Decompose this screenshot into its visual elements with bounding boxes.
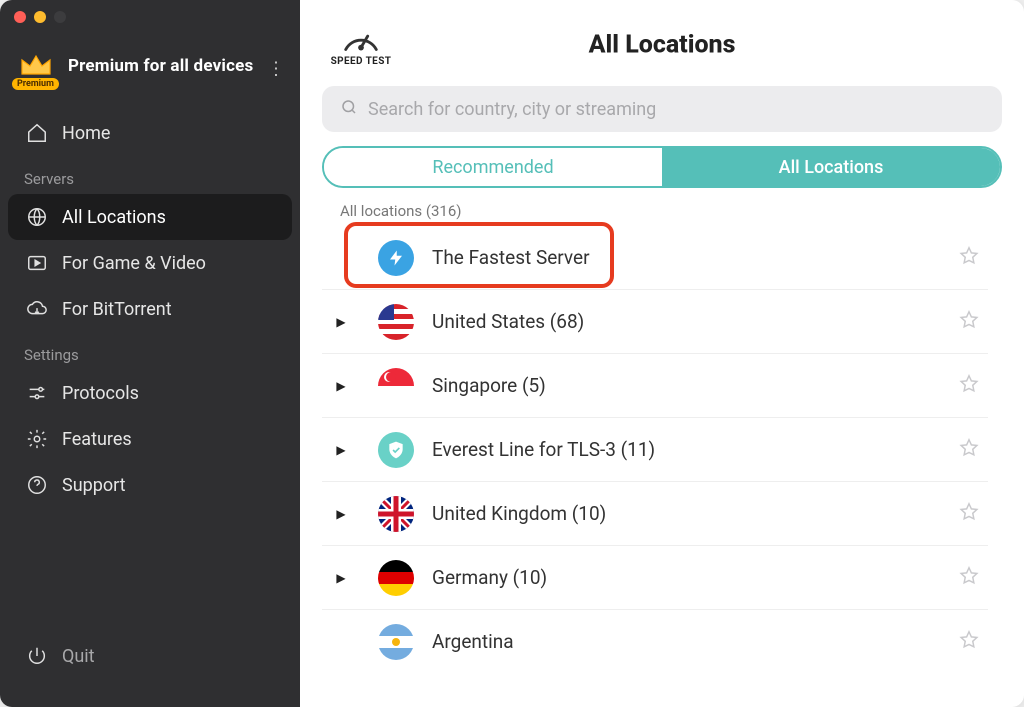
- list-count-label: All locations (316): [322, 198, 988, 226]
- play-icon: [26, 252, 48, 274]
- sidebar-nav: Home Servers All Locations For Game & Vi…: [0, 104, 300, 633]
- home-icon: [26, 122, 48, 144]
- sidebar-section-settings: Settings: [8, 332, 292, 370]
- expand-icon[interactable]: ▶: [322, 507, 360, 521]
- premium-badge: Premium: [12, 78, 59, 90]
- tab-label: All Locations: [779, 157, 884, 178]
- expand-icon[interactable]: ▶: [322, 379, 360, 393]
- location-row-ar[interactable]: Argentina: [322, 610, 988, 668]
- sidebar-item-home[interactable]: Home: [8, 110, 292, 156]
- main-panel: SPEED TEST All Locations Recommended All…: [300, 0, 1024, 707]
- location-label: Argentina: [432, 630, 940, 653]
- premium-title: Premium for all devices: [68, 56, 253, 76]
- crown-icon: Premium: [16, 46, 56, 86]
- globe-icon: [26, 206, 48, 228]
- sidebar-item-label: All Locations: [62, 207, 166, 228]
- sliders-icon: [26, 382, 48, 404]
- sidebar-item-game-video[interactable]: For Game & Video: [8, 240, 292, 286]
- location-row-fastest[interactable]: The Fastest Server: [322, 226, 988, 290]
- sidebar-item-support[interactable]: Support: [8, 462, 292, 508]
- shield-icon: [378, 432, 414, 468]
- expand-icon[interactable]: ▶: [322, 571, 360, 585]
- location-row-everest[interactable]: ▶ Everest Line for TLS-3 (11): [322, 418, 988, 482]
- expand-icon[interactable]: ▶: [322, 315, 360, 329]
- location-row-us[interactable]: ▶ United States (68): [322, 290, 988, 354]
- window-titlebar: [0, 0, 300, 34]
- location-label: Everest Line for TLS-3 (11): [432, 438, 940, 461]
- gear-icon: [26, 428, 48, 450]
- sidebar-item-all-locations[interactable]: All Locations: [8, 194, 292, 240]
- sidebar-item-bittorrent[interactable]: For BitTorrent: [8, 286, 292, 332]
- sidebar-item-features[interactable]: Features: [8, 416, 292, 462]
- tab-all-locations[interactable]: All Locations: [662, 148, 1000, 186]
- page-title: All Locations: [589, 31, 736, 60]
- flag-de-icon: [378, 560, 414, 596]
- search-input[interactable]: [322, 86, 1002, 132]
- sidebar-item-label: For BitTorrent: [62, 299, 172, 320]
- window-close-button[interactable]: [14, 11, 26, 23]
- sidebar-footer: Quit: [0, 633, 300, 707]
- favorite-star-icon[interactable]: [958, 245, 980, 271]
- sidebar-item-protocols[interactable]: Protocols: [8, 370, 292, 416]
- location-label: Singapore (5): [432, 374, 940, 397]
- help-icon: [26, 474, 48, 496]
- window-maximize-button[interactable]: [54, 11, 66, 23]
- sidebar-item-label: For Game & Video: [62, 253, 206, 274]
- favorite-star-icon[interactable]: [958, 501, 980, 527]
- tab-recommended[interactable]: Recommended: [324, 148, 662, 186]
- flag-us-icon: [378, 304, 414, 340]
- flag-ar-icon: [378, 624, 414, 660]
- more-menu-icon[interactable]: ⋮: [267, 59, 286, 80]
- sidebar-item-quit[interactable]: Quit: [8, 633, 292, 679]
- location-label: The Fastest Server: [432, 246, 940, 269]
- app-window: Premium Premium for all devices ⋮ Home S…: [0, 0, 1024, 707]
- favorite-star-icon[interactable]: [958, 309, 980, 335]
- favorite-star-icon[interactable]: [958, 565, 980, 591]
- location-row-de[interactable]: ▶ Germany (10): [322, 546, 988, 610]
- premium-banner[interactable]: Premium Premium for all devices ⋮: [0, 34, 300, 104]
- favorite-star-icon[interactable]: [958, 437, 980, 463]
- sidebar-item-label: Support: [62, 475, 126, 496]
- sidebar-section-servers: Servers: [8, 156, 292, 194]
- favorite-star-icon[interactable]: [958, 373, 980, 399]
- location-label: United States (68): [432, 310, 940, 333]
- flag-sg-icon: [378, 368, 414, 404]
- location-list[interactable]: All locations (316) The Fastest Server ▶: [322, 198, 1002, 668]
- flag-uk-icon: [378, 496, 414, 532]
- segmented-control: Recommended All Locations: [322, 146, 1002, 188]
- favorite-star-icon[interactable]: [958, 629, 980, 655]
- location-label: United Kingdom (10): [432, 502, 940, 525]
- speed-test-button[interactable]: SPEED TEST: [322, 24, 400, 67]
- expand-icon[interactable]: ▶: [322, 443, 360, 457]
- location-label: Germany (10): [432, 566, 940, 589]
- location-row-sg[interactable]: ▶ Singapore (5): [322, 354, 988, 418]
- bolt-icon: [378, 240, 414, 276]
- sidebar-item-label: Features: [62, 429, 132, 450]
- main-header: SPEED TEST All Locations: [322, 18, 1002, 72]
- power-icon: [26, 645, 48, 667]
- window-minimize-button[interactable]: [34, 11, 46, 23]
- location-row-uk[interactable]: ▶ United Kingdom (10): [322, 482, 988, 546]
- sidebar-item-label: Quit: [62, 646, 95, 667]
- sidebar: Premium Premium for all devices ⋮ Home S…: [0, 0, 300, 707]
- sidebar-item-label: Home: [62, 123, 110, 144]
- sidebar-item-label: Protocols: [62, 383, 139, 404]
- speed-test-label: SPEED TEST: [331, 56, 392, 67]
- search-icon: [340, 98, 358, 120]
- cloud-download-icon: [26, 298, 48, 320]
- search-wrap: [322, 86, 1002, 132]
- tab-label: Recommended: [432, 157, 553, 178]
